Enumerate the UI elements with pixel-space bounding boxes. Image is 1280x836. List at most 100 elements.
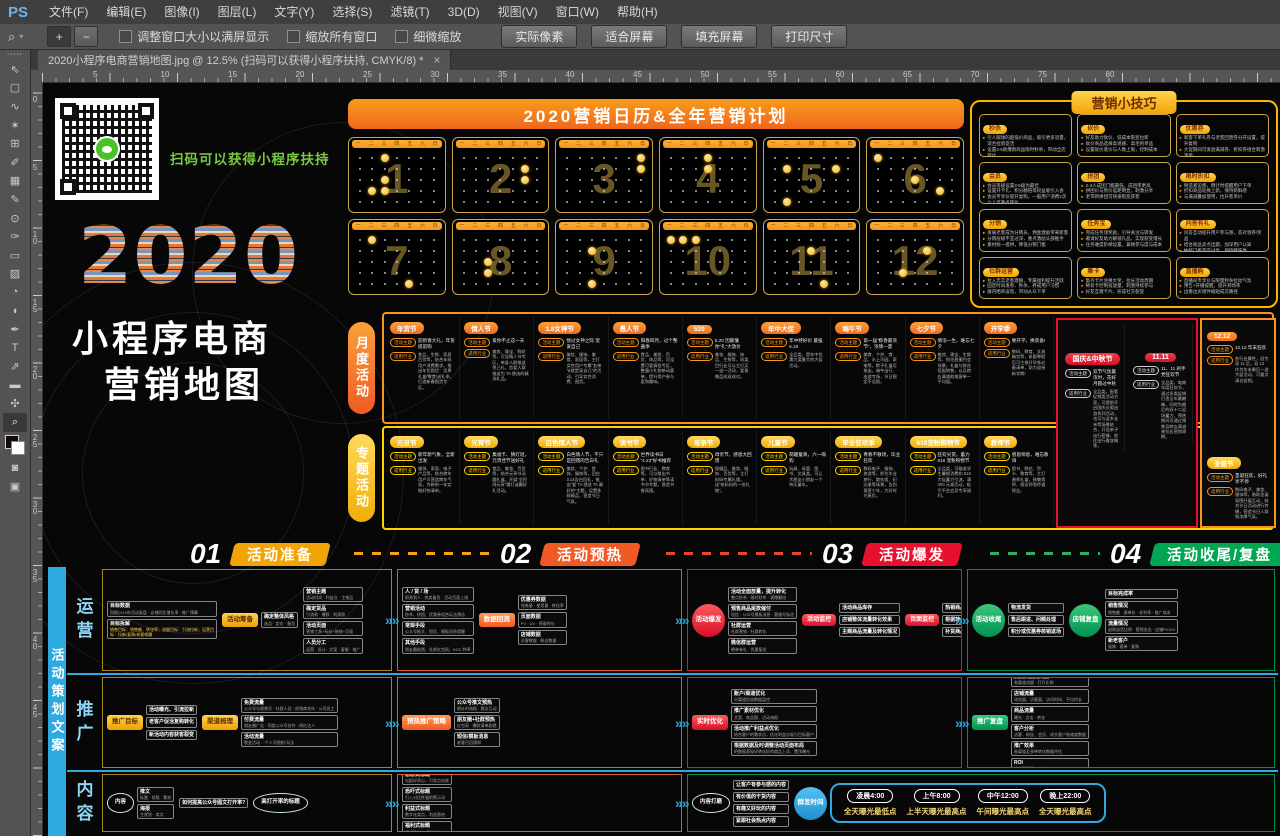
eyedropper-tool[interactable]: ✐	[3, 153, 27, 172]
ruler-label: 55	[768, 70, 777, 79]
option-button[interactable]: 适合屏幕	[591, 25, 667, 48]
background-color-swatch[interactable]	[11, 441, 25, 455]
gradient-tool[interactable]: ▨	[3, 265, 27, 284]
menu-item[interactable]: 窗口(W)	[547, 0, 608, 24]
date-dot	[579, 250, 581, 252]
option-button[interactable]: 打印尺寸	[771, 25, 847, 48]
date-dot	[512, 157, 514, 159]
tip-label: 拼团	[1081, 173, 1105, 182]
checkbox[interactable]	[287, 30, 300, 43]
flow-child: 恐吓式标题引入对比性强的警示词	[402, 787, 452, 802]
flow-group: 活动筹备确定整体风格选品 · 定价 · 备货	[222, 612, 298, 627]
date-dot	[536, 179, 538, 181]
ruler-label: 4 0	[31, 636, 39, 650]
date-dot	[433, 201, 435, 203]
date-dot	[890, 168, 892, 170]
hand-tool[interactable]: ✣	[3, 395, 27, 414]
document-tab-title: 2020小程序电商营销地图.jpg @ 12.5% (扫码可以获得小程序扶持, …	[48, 52, 423, 68]
theme-tag: 活动主题	[910, 452, 936, 461]
close-icon[interactable]: ×	[433, 53, 440, 67]
highlighted-date	[484, 258, 492, 266]
holiday-label: 11.11	[1145, 353, 1176, 362]
palette-grip[interactable]: ▪▪▪▪▪	[7, 52, 23, 58]
option-button[interactable]: 填充屏幕	[681, 25, 757, 48]
child-detail: 职责到人 · 热卖备货 · 活动页面上线	[405, 595, 471, 600]
menu-item[interactable]: 视图(V)	[489, 0, 547, 24]
path-select-tool[interactable]: ⇗	[3, 358, 27, 377]
flow-group: 内容推文标题 · 排版 · 素材海报主视觉 · 卖点	[107, 787, 174, 820]
eraser-tool[interactable]: ▭	[3, 246, 27, 265]
document-canvas[interactable]: 扫码可以获得小程序扶持 2020 小程序电商 营销地图 2020营销日历&全年营…	[42, 82, 1280, 836]
holiday-card: 愚人节活动主题阳春四月，过个整蛊季适用行业食品、美妆、百货、饰品等，可设置可爱搞…	[609, 316, 683, 419]
history-brush-tool[interactable]: ✑	[3, 227, 27, 246]
menu-item[interactable]: 3D(D)	[439, 0, 489, 24]
section-label-text: 活动准备	[247, 544, 313, 565]
type-tool[interactable]: T	[3, 339, 27, 358]
checkbox[interactable]	[119, 30, 132, 43]
date-dot	[384, 168, 386, 170]
date-dot	[890, 261, 892, 263]
checkbox[interactable]	[395, 30, 408, 43]
blur-tool[interactable]: ◔	[3, 283, 27, 302]
menu-item[interactable]: 帮助(H)	[608, 0, 667, 24]
date-dot	[615, 250, 617, 252]
flow-child: 目标数据回顾2019年活动复盘 · 店铺同比增长率 · 推广预算	[107, 601, 217, 616]
theme-text: 集福卡、猜灯谜，元宵佳节送好礼	[492, 452, 529, 464]
menu-item[interactable]: 图层(L)	[209, 0, 266, 24]
date-dot	[371, 201, 373, 203]
lasso-tool[interactable]: ∿	[3, 97, 27, 116]
zoom-tool[interactable]: ⌕	[3, 413, 27, 432]
dodge-tool[interactable]: ◖	[3, 302, 27, 321]
option-button[interactable]: 实际像素	[501, 25, 577, 48]
date-dot	[628, 157, 630, 159]
menu-item[interactable]: 图像(I)	[155, 0, 208, 24]
date-dot	[512, 283, 514, 285]
menu-item[interactable]: 编辑(E)	[97, 0, 155, 24]
date-dot	[475, 272, 477, 274]
color-swatches[interactable]	[5, 435, 25, 455]
date-dot	[536, 190, 538, 192]
screen-mode-icon[interactable]: ▣	[3, 477, 27, 496]
menu-item[interactable]: 文字(Y)	[265, 0, 323, 24]
date-dot	[579, 272, 581, 274]
flow-node: 渠道梳理	[202, 715, 238, 730]
zoom-out-button[interactable]: −	[74, 26, 98, 47]
brush-tool[interactable]: ✎	[3, 190, 27, 209]
date-dot	[603, 261, 605, 263]
theme-tag: 活动主题	[687, 452, 713, 461]
date-dot	[628, 179, 630, 181]
flow-cell: 悬念式标题勾起好奇心，引发点击欲恐吓式标题引入对比性强的警示词利益式标题数字化卖…	[397, 774, 682, 832]
shape-tool[interactable]: ▬	[3, 376, 27, 395]
menu-item[interactable]: 文件(F)	[40, 0, 97, 24]
marquee-tool[interactable]: ▢	[3, 79, 27, 98]
zoom-in-button[interactable]: +	[47, 26, 71, 47]
healing-brush-tool[interactable]: ▦	[3, 172, 27, 191]
bullet-icon: ▸	[983, 289, 985, 295]
crop-tool[interactable]: ⊞	[3, 134, 27, 153]
quick-mask-icon[interactable]: ◙	[3, 459, 27, 478]
date-dot	[835, 190, 837, 192]
document-tab[interactable]: 2020小程序电商营销地图.jpg @ 12.5% (扫码可以获得小程序扶持, …	[38, 49, 451, 70]
flow-node: 推广复盘	[972, 715, 1008, 730]
date-dot	[463, 261, 465, 263]
date-dot	[682, 179, 684, 181]
date-dot	[847, 283, 849, 285]
options-bar: ⌕ ▾ + − 调整窗口大小以满屏显示缩放所有窗口细微缩放 实际像素适合屏幕填充…	[0, 24, 1280, 50]
clone-stamp-tool[interactable]: ⊙	[3, 209, 27, 228]
industry-tag: 适用行业	[984, 466, 1010, 475]
theme-row: 活动主题爱你不止这一天	[464, 338, 529, 347]
menu-item[interactable]: 选择(S)	[323, 0, 381, 24]
child-detail: 红包雨 · 爆款清单剧透	[457, 723, 497, 728]
date-dot	[499, 201, 501, 203]
pen-tool[interactable]: ✒	[3, 320, 27, 339]
menu-item[interactable]: 滤镜(T)	[381, 0, 438, 24]
theme-text: 双节气氛最浓时，花好月圆过中秋	[1093, 369, 1120, 387]
flow-children: 活动商品库存店铺整体流量转化效果主题商品流量及转化情况	[839, 603, 900, 638]
magic-wand-tool[interactable]: ✶	[3, 116, 27, 135]
flow-child: 营销活动秒杀、拼团、优惠券组合玩法预告	[402, 604, 474, 619]
date-dot	[902, 168, 904, 170]
move-tool[interactable]: ⇖	[3, 60, 27, 79]
date-dot	[628, 201, 630, 203]
chevron-down-icon[interactable]: ▾	[19, 32, 23, 41]
flow-row-label: 运营	[68, 569, 98, 673]
